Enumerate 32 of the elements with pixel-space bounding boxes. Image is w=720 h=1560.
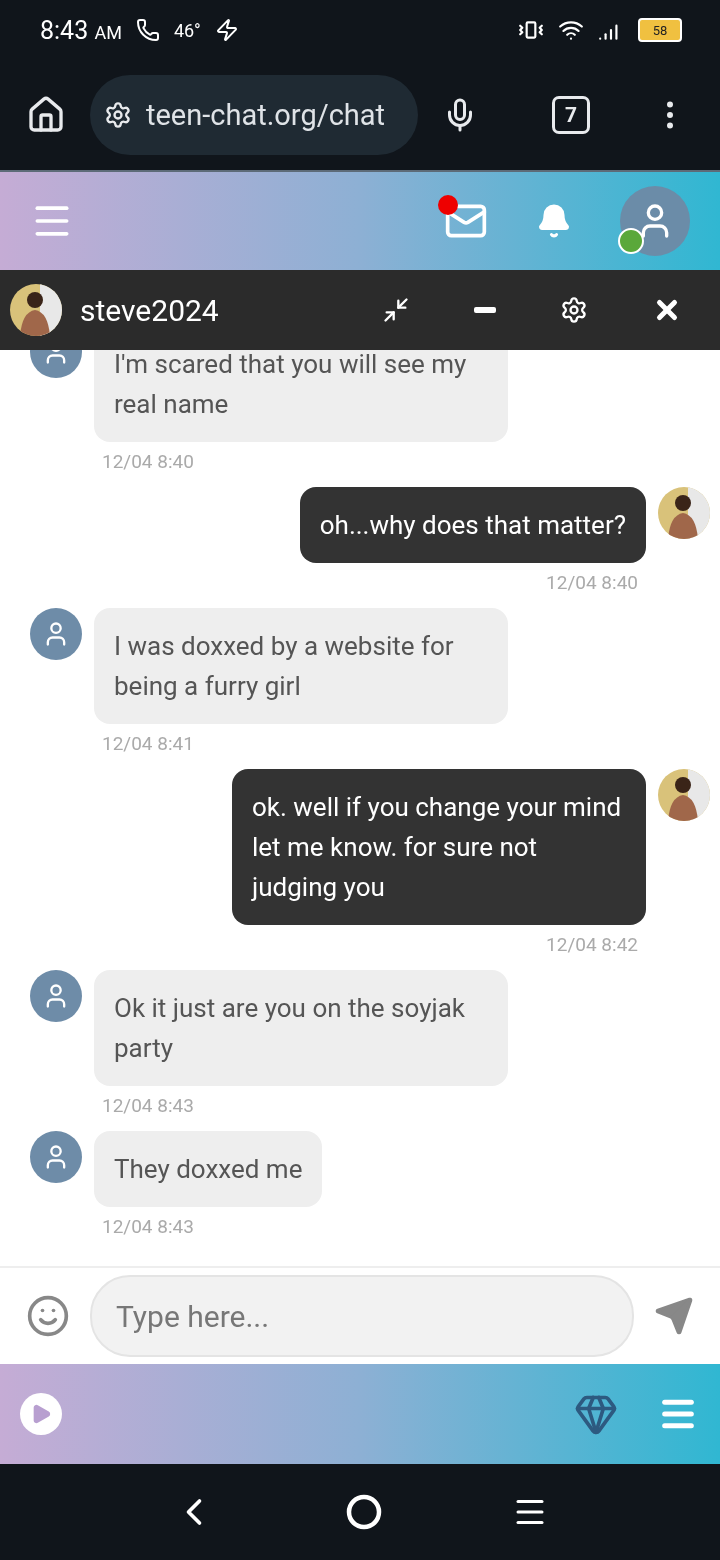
minimize-button[interactable] xyxy=(474,307,496,313)
message-bubble: They doxxed me xyxy=(94,1131,323,1207)
minus-icon xyxy=(474,307,496,313)
site-settings-icon[interactable] xyxy=(104,101,132,129)
bolt-icon xyxy=(214,18,239,42)
phone-icon xyxy=(135,18,160,42)
settings-icon xyxy=(560,296,588,324)
send-icon[interactable] xyxy=(654,1296,694,1336)
emoji-icon[interactable] xyxy=(26,1294,70,1338)
status-time: 8:43 AM xyxy=(40,15,122,45)
message-time: 12/04 8:40 xyxy=(102,450,194,473)
address-bar[interactable]: teen-chat.org/chat xyxy=(90,75,418,155)
collapse-button[interactable] xyxy=(382,296,410,324)
message-time: 12/04 8:43 xyxy=(102,1215,194,1238)
message-time: 12/04 8:40 xyxy=(546,571,638,594)
home-button-icon[interactable] xyxy=(346,1494,382,1530)
message-bubble: I was doxxed by a website for being a furry girl xyxy=(94,608,508,724)
home-icon[interactable] xyxy=(26,95,66,135)
message-time: 12/04 8:41 xyxy=(102,732,194,755)
message-bubble: Ok it just are you on the soyjak party xyxy=(94,970,508,1086)
message-field[interactable]: Type here... xyxy=(90,1275,634,1357)
message-time: 12/04 8:42 xyxy=(546,933,638,956)
message-time: 12/04 8:43 xyxy=(102,1094,194,1117)
collapse-icon xyxy=(382,296,410,324)
tab-count[interactable]: 7 xyxy=(552,96,590,134)
message-bubble: I'm scared that you will see my real name xyxy=(94,350,508,442)
settings-button[interactable] xyxy=(560,296,588,324)
message-bubble: oh...why does that matter? xyxy=(299,487,646,563)
battery-icon: 58 xyxy=(638,18,682,42)
chat-username: steve2024 xyxy=(80,292,220,328)
message-bubble: ok. well if you change your mind let me know. for sure not judging you xyxy=(232,769,646,925)
temperature: 46° xyxy=(173,19,201,41)
